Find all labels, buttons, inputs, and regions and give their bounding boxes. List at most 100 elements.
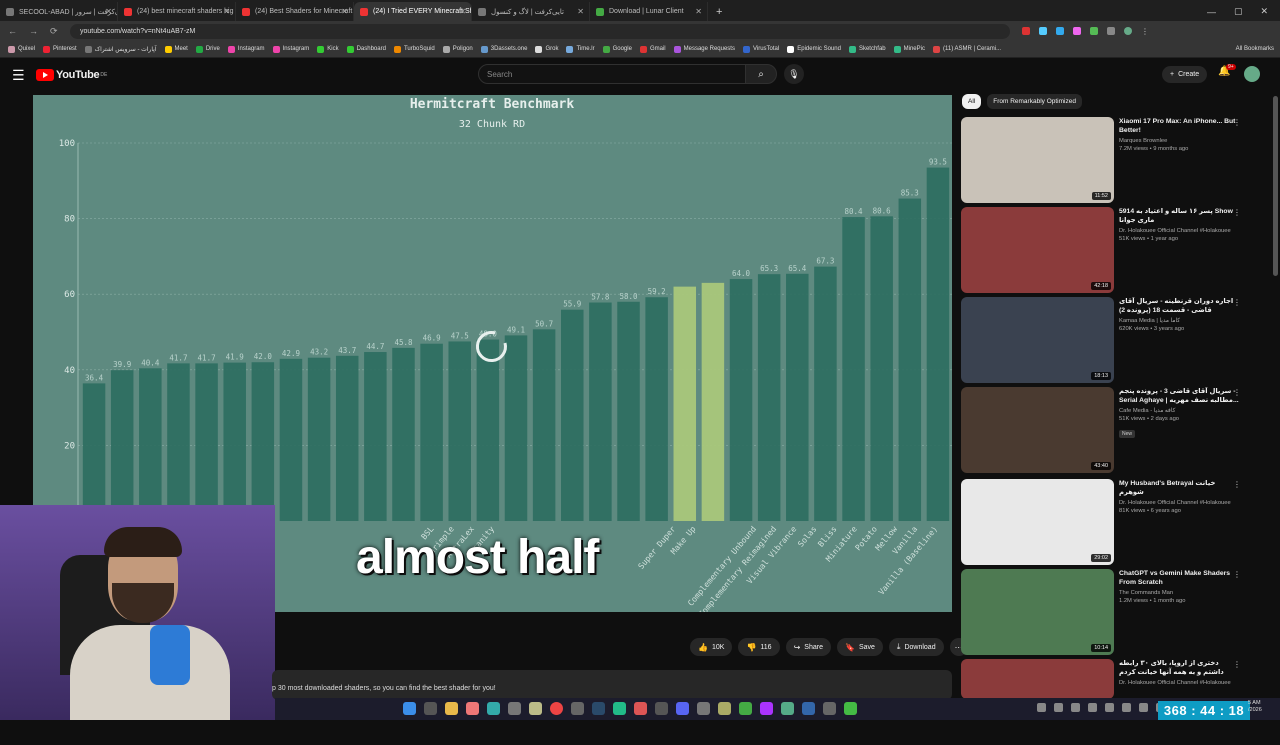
app-icon[interactable] (697, 702, 710, 715)
tray-icon[interactable] (1122, 703, 1131, 712)
close-tab-icon[interactable]: ✕ (223, 7, 230, 16)
close-window-icon[interactable]: ✕ (1260, 6, 1268, 17)
close-tab-icon[interactable]: ✕ (695, 7, 702, 16)
recommendation-item[interactable]: 18:13 اجاره دوران قرنطینه - سریال آقای قا… (961, 297, 1266, 383)
discord-icon[interactable] (676, 702, 689, 715)
youtube-logo[interactable]: YouTube DE (36, 69, 107, 81)
url-input[interactable]: youtube.com/watch?v=nNt4uAB7-zM (70, 23, 1010, 39)
app-icon[interactable] (823, 702, 836, 715)
more-options-icon[interactable]: ⋮ (1233, 118, 1241, 127)
tray-icon[interactable] (1105, 703, 1114, 712)
bookmark-item[interactable]: MinePic (890, 45, 929, 53)
video-thumbnail[interactable] (961, 659, 1114, 699)
back-icon[interactable]: ← (8, 26, 17, 37)
tray-icon[interactable] (1054, 703, 1063, 712)
app-icon[interactable] (508, 702, 521, 715)
extension-icon[interactable] (1090, 27, 1098, 35)
browser-tab[interactable]: Download | Lunar Client ✕ (590, 2, 708, 21)
channel-name[interactable]: Dr. Holakouee Official Channel #Holakoue… (1119, 228, 1241, 234)
app-icon[interactable] (781, 702, 794, 715)
video-title[interactable]: ChatGPT vs Gemini Make Shaders From Scra… (1119, 569, 1241, 587)
app-icon[interactable] (739, 702, 752, 715)
forward-icon[interactable]: → (29, 26, 38, 37)
more-options-icon[interactable]: ⋮ (1233, 298, 1241, 307)
app-icon[interactable] (634, 702, 647, 715)
video-thumbnail[interactable]: 11:52 (961, 117, 1114, 203)
app-icon[interactable] (466, 702, 479, 715)
bookmark-item[interactable]: Pinterest (39, 45, 81, 53)
video-thumbnail[interactable]: 42:18 (961, 207, 1114, 293)
video-description[interactable]: p 30 most downloaded shaders, so you can… (272, 670, 952, 700)
video-thumbnail[interactable]: 29:02 (961, 479, 1114, 565)
browser-tab[interactable]: SECOOL-ABAD | تایی‌کرفت | سرور✕ (0, 2, 118, 21)
bookmark-item[interactable]: Sketchfab (845, 45, 890, 53)
extension-icon[interactable] (1056, 27, 1064, 35)
video-title[interactable]: دختری از اروپا، بالای ۳۰ رابطه داشتم و ب… (1119, 659, 1241, 677)
close-tab-icon[interactable]: ✕ (577, 7, 584, 16)
save-button[interactable]: 🔖 Save (836, 638, 883, 656)
bookmark-item[interactable]: Epidemic Sound (783, 45, 845, 53)
like-button[interactable]: 👍 10K (690, 638, 733, 656)
folder-icon[interactable] (445, 702, 458, 715)
puzzle-icon[interactable] (1107, 27, 1115, 35)
bookmark-item[interactable]: Meet (161, 45, 192, 53)
recommendation-item[interactable]: 42:18 پسر ۱۶ ساله و اعتیاد به 5914 Show م… (961, 207, 1266, 293)
app-icon[interactable] (718, 702, 731, 715)
browser-tab[interactable]: (24) best minecraft shaders hig ✕ (118, 2, 236, 21)
tray-icon[interactable] (1071, 703, 1080, 712)
kebab-icon[interactable]: ⋮ (1141, 27, 1149, 36)
close-tab-icon[interactable]: ✕ (105, 7, 112, 16)
tray-icon[interactable] (1139, 703, 1148, 712)
video-title[interactable]: پسر ۱۶ ساله و اعتیاد به 5914 Show ماری ج… (1119, 207, 1241, 225)
bookmark-item[interactable]: VirusTotal (739, 45, 783, 53)
bookmark-item[interactable]: Gmail (636, 45, 670, 53)
chip-filter[interactable]: From Remarkably Optimized (987, 94, 1082, 109)
app-icon[interactable] (655, 702, 668, 715)
app-icon[interactable] (529, 702, 542, 715)
extension-icon[interactable] (1039, 27, 1047, 35)
reload-icon[interactable]: ⟳ (50, 26, 58, 37)
browser-tab[interactable]: (24) Best Shaders for Minecraft ✕ (236, 2, 354, 21)
avatar[interactable] (1244, 66, 1260, 82)
search-button[interactable]: ⌕ (745, 64, 777, 84)
channel-name[interactable]: Cafe Media - کافه مدیا (1119, 408, 1241, 414)
video-title[interactable]: اجاره دوران قرنطینه - سریال آقای قاضی - … (1119, 297, 1241, 315)
bookmark-item[interactable]: Poligon (439, 45, 477, 53)
bookmark-item[interactable]: Quixel (4, 45, 39, 53)
more-options-icon[interactable]: ⋮ (1233, 208, 1241, 217)
video-title[interactable]: Xiaomi 17 Pro Max: An iPhone... But Bett… (1119, 117, 1241, 135)
bookmark-item[interactable]: Message Requests (670, 45, 739, 53)
app-icon[interactable] (571, 702, 584, 715)
voice-search-button[interactable]: 🎙 (784, 64, 804, 84)
chrome-icon[interactable] (550, 702, 563, 715)
dislike-button[interactable]: 👎 116 (738, 638, 780, 656)
more-options-icon[interactable]: ⋮ (1233, 388, 1241, 397)
browser-tab[interactable]: تایی‌کرفت | لاگ و کنسول ✕ (472, 2, 590, 21)
download-button[interactable]: ⤓ Download (888, 638, 944, 656)
app-icon[interactable] (487, 702, 500, 715)
windows-start-icon[interactable] (403, 702, 416, 715)
close-tab-icon[interactable]: ✕ (341, 7, 348, 16)
bookmark-item[interactable]: Grok (531, 45, 562, 53)
video-title[interactable]: سریال آقای قاضی 3 - پرونده پنجم - Serial… (1119, 387, 1241, 405)
all-bookmarks[interactable]: All Bookmarks (1236, 46, 1280, 52)
maximize-icon[interactable]: ▢ (1234, 6, 1243, 17)
bookmark-item[interactable]: Time.lr (562, 45, 598, 53)
bookmark-item[interactable]: Kick (313, 45, 342, 53)
bookmark-item[interactable]: (11) ASMR | Cerami... (929, 45, 1005, 53)
recommendation-item[interactable]: 43:40 سریال آقای قاضی 3 - پرونده پنجم - S… (961, 387, 1266, 473)
bookmark-item[interactable]: TurboSquid (390, 45, 439, 53)
channel-name[interactable]: Dr. Holakouee Official Channel #Holakoue… (1119, 500, 1241, 506)
close-tab-icon[interactable]: ✕ (459, 7, 466, 16)
more-options-icon[interactable]: ⋮ (1233, 570, 1241, 579)
more-options-icon[interactable]: ⋮ (1233, 660, 1241, 669)
bookmark-item[interactable]: Drive (192, 45, 224, 53)
app-icon[interactable] (613, 702, 626, 715)
extension-icon[interactable] (1022, 27, 1030, 35)
tray-icon[interactable] (1088, 703, 1097, 712)
bookmark-item[interactable]: 3Dassets.one (477, 45, 532, 53)
channel-name[interactable]: Marques Brownlee (1119, 138, 1241, 144)
extension-icon[interactable] (1073, 27, 1081, 35)
bookmark-item[interactable]: Instagram (224, 45, 269, 53)
scrollbar[interactable] (1273, 96, 1278, 276)
